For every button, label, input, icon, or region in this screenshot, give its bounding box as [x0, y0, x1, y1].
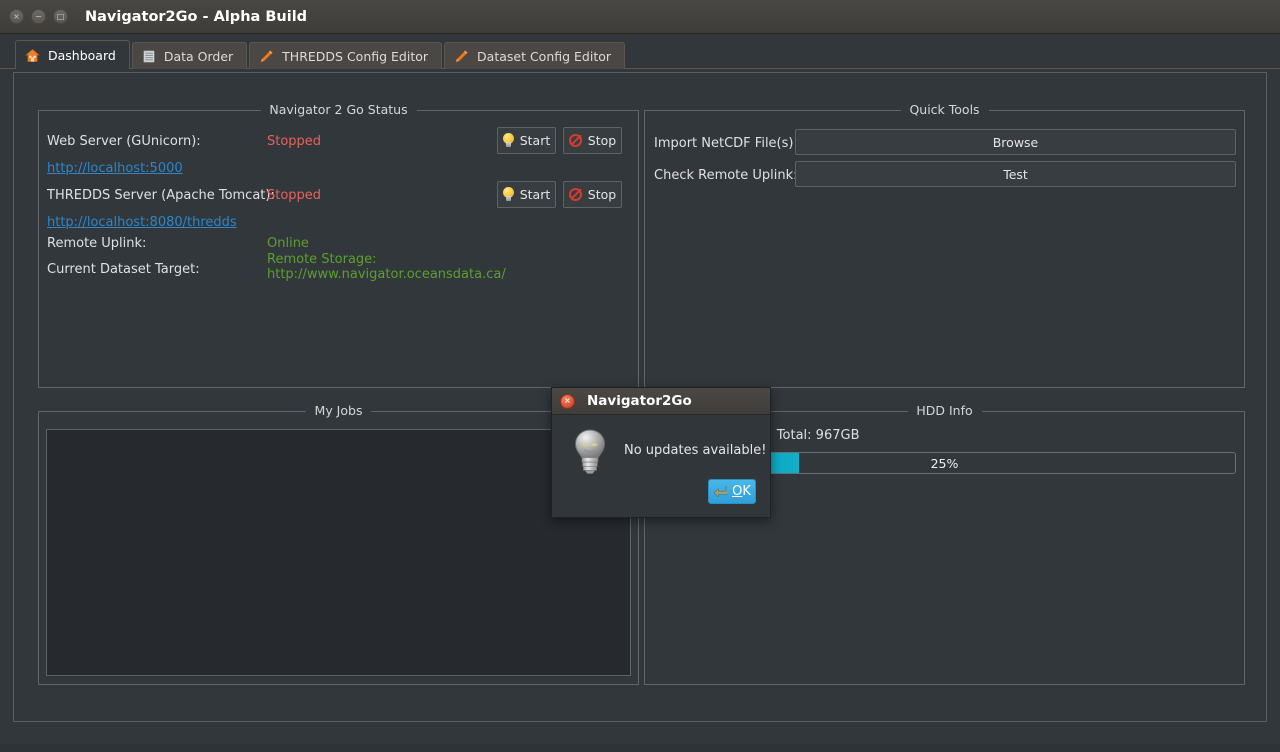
- thredds-stop-label: Stop: [587, 187, 617, 202]
- dataset-target-value-line1: Remote Storage:: [267, 252, 377, 267]
- dialog-titlebar: × Navigator2Go: [552, 388, 770, 415]
- statusbar: [0, 744, 1280, 752]
- home-icon: [25, 48, 40, 63]
- tab-data-order[interactable]: Data Order: [131, 42, 248, 69]
- list-icon: [142, 49, 156, 64]
- return-key-icon: [713, 485, 728, 499]
- tab-thredds-config-editor[interactable]: THREDDS Config Editor: [249, 42, 443, 69]
- dataset-target-label: Current Dataset Target:: [47, 262, 200, 277]
- window-title: Navigator2Go - Alpha Build: [85, 8, 308, 25]
- maximize-icon: □: [56, 11, 65, 21]
- remote-uplink-label: Remote Uplink:: [47, 236, 147, 251]
- close-icon: ×: [564, 396, 571, 405]
- pencil-icon: [454, 49, 469, 64]
- remote-uplink-status: Online: [267, 236, 309, 251]
- my-jobs-inner: [39, 412, 638, 684]
- thredds-server-status: Stopped: [267, 188, 322, 203]
- web-server-status: Stopped: [267, 134, 322, 149]
- lightbulb-icon: [571, 427, 609, 477]
- web-server-link[interactable]: http://localhost:5000: [47, 161, 183, 176]
- test-button-label: Test: [1003, 166, 1028, 182]
- lightbulb-icon: [502, 133, 514, 148]
- dialog-ok-label: OK: [732, 484, 751, 499]
- web-server-stop-label: Stop: [587, 133, 617, 148]
- minimize-icon: −: [35, 11, 42, 21]
- status-group: Navigator 2 Go Status Web Server (GUnico…: [38, 101, 639, 388]
- my-jobs-list[interactable]: [46, 429, 631, 676]
- thredds-stop-button[interactable]: Stop: [563, 181, 622, 208]
- tab-dataset-config-editor-label: Dataset Config Editor: [477, 48, 612, 64]
- tab-thredds-config-editor-label: THREDDS Config Editor: [282, 48, 429, 64]
- dataset-target-value-line2: http://www.navigator.oceansdata.ca/: [267, 267, 506, 282]
- tab-bar: Dashboard Data Order THREDDS Config Edit…: [0, 34, 1280, 69]
- web-server-stop-button[interactable]: Stop: [563, 127, 622, 154]
- update-dialog: × Navigator2Go No updates available! OK: [551, 387, 771, 518]
- tab-dataset-config-editor[interactable]: Dataset Config Editor: [444, 42, 626, 69]
- no-entry-icon: [568, 188, 582, 201]
- web-server-label: Web Server (GUnicorn):: [47, 134, 201, 149]
- quick-tools-inner: Import NetCDF File(s): Browse Check Remo…: [645, 111, 1244, 387]
- web-server-start-button[interactable]: Start: [497, 127, 556, 154]
- dialog-close-button[interactable]: ×: [560, 393, 575, 409]
- no-entry-icon: [568, 134, 582, 147]
- dialog-body: No updates available! OK: [552, 415, 770, 517]
- window-maximize-button[interactable]: □: [53, 9, 68, 24]
- window-titlebar: × − □ Navigator2Go - Alpha Build: [0, 0, 1280, 34]
- pencil-icon: [259, 49, 274, 64]
- thredds-start-label: Start: [519, 187, 551, 202]
- browse-button[interactable]: Browse: [795, 129, 1236, 155]
- close-icon: ×: [13, 11, 20, 21]
- thredds-start-button[interactable]: Start: [497, 181, 556, 208]
- dialog-title: Navigator2Go: [587, 393, 692, 409]
- quick-tools-group: Quick Tools Import NetCDF File(s): Brows…: [644, 101, 1245, 388]
- thredds-link[interactable]: http://localhost:8080/thredds: [47, 215, 237, 230]
- tab-data-order-label: Data Order: [163, 48, 234, 64]
- tab-dashboard-label: Dashboard: [48, 47, 116, 63]
- thredds-server-label: THREDDS Server (Apache Tomcat):: [47, 188, 275, 203]
- tab-dashboard[interactable]: Dashboard: [15, 40, 130, 69]
- lightbulb-icon: [502, 187, 514, 202]
- web-server-start-label: Start: [519, 133, 551, 148]
- test-uplink-button[interactable]: Test: [795, 161, 1236, 187]
- window-close-button[interactable]: ×: [9, 9, 24, 24]
- dialog-message: No updates available!: [624, 443, 767, 458]
- my-jobs-group: My Jobs: [38, 402, 639, 685]
- dialog-ok-button[interactable]: OK: [708, 479, 756, 504]
- browse-button-label: Browse: [992, 134, 1039, 150]
- window-minimize-button[interactable]: −: [31, 9, 46, 24]
- import-netcdf-label: Import NetCDF File(s):: [654, 136, 798, 151]
- check-remote-uplink-label: Check Remote Uplink:: [654, 168, 798, 183]
- status-group-inner: Web Server (GUnicorn): Stopped Start Sto…: [39, 111, 638, 387]
